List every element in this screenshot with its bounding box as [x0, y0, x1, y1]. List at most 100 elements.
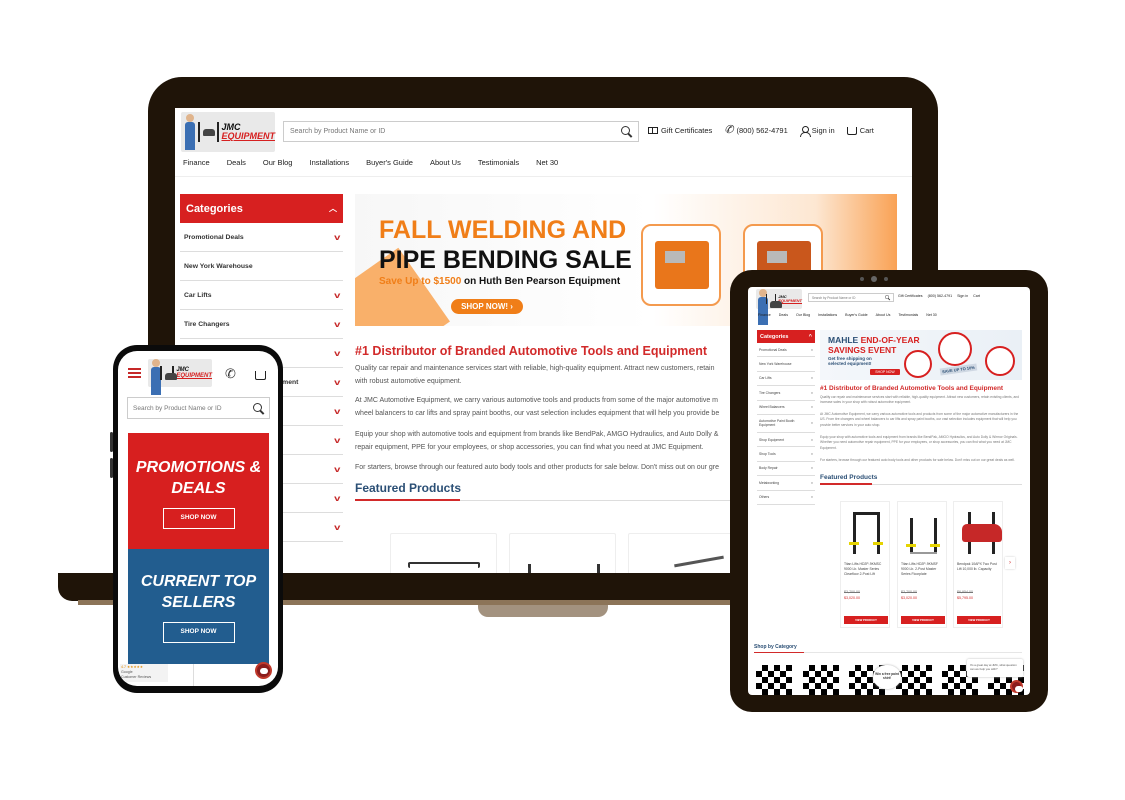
category-item[interactable]: Tire Changers v	[180, 310, 343, 339]
gift-certificates-link[interactable]: Gift Certificates	[898, 294, 923, 298]
chevron-down-icon[interactable]: v	[334, 523, 340, 532]
chevron-down-icon[interactable]: v	[334, 349, 340, 358]
promotions-shop-now-button[interactable]: SHOP NOW	[162, 508, 235, 529]
promo-banner[interactable]: MAHLE END-OF-YEAR SAVINGS EVENT Get free…	[820, 330, 1022, 380]
product-card[interactable]: Titan Lifts HD2P-9KMSF 9000 Lb. 2-Post M…	[897, 501, 947, 628]
product-name[interactable]: Titan Lifts HD2P-9KMSC 9000 Lb. Master S…	[844, 562, 888, 577]
phone-icon[interactable]: ✆	[225, 367, 236, 380]
chevron-down-icon[interactable]: v	[811, 452, 813, 456]
nav-about-us[interactable]: About Us	[430, 158, 461, 167]
hamburger-menu-icon[interactable]	[128, 368, 141, 378]
chevron-down-icon[interactable]: v	[334, 436, 340, 445]
nav-testimonials[interactable]: Testimonials	[478, 158, 519, 167]
cart-icon[interactable]	[255, 371, 266, 380]
category-item[interactable]: Tire Changers v	[757, 386, 815, 401]
search-input[interactable]: Search by Product Name or ID	[127, 397, 270, 419]
chevron-down-icon[interactable]: v	[811, 466, 813, 470]
sign-in-link[interactable]: Sign in	[957, 294, 968, 298]
chat-bubble-icon[interactable]	[255, 662, 272, 679]
top-sellers-banner[interactable]: CURRENT TOP SELLERS SHOP NOW	[128, 549, 269, 664]
product-name[interactable]: Bendpak 10APX Two Post Lift 10,000 lb. C…	[957, 562, 1001, 572]
gift-certificates-link[interactable]: Gift Certificates	[648, 126, 712, 135]
chevron-down-icon[interactable]: v	[811, 390, 813, 395]
category-item[interactable]: Others v	[757, 491, 815, 505]
product-card[interactable]	[509, 533, 616, 573]
chevron-down-icon[interactable]: v	[334, 378, 340, 387]
chevron-down-icon[interactable]: v	[334, 320, 340, 329]
product-card[interactable]	[390, 533, 497, 573]
category-image-placeholder[interactable]	[896, 665, 932, 695]
chevron-down-icon[interactable]: v	[811, 495, 813, 499]
categories-header[interactable]: Categories ︿	[180, 194, 343, 223]
nav-deals[interactable]: Deals	[227, 158, 246, 167]
site-logo[interactable]: JMC EQUIPMENT	[756, 289, 802, 325]
chevron-down-icon[interactable]: v	[334, 233, 340, 242]
phone-link[interactable]: ✆ (800) 562-4791	[724, 125, 788, 136]
promotions-banner[interactable]: PROMOTIONS & DEALS SHOP NOW	[128, 433, 269, 549]
nav-finance[interactable]: Finance	[758, 313, 771, 317]
win-prize-popup[interactable]: Win a free paint shirt!	[873, 665, 901, 689]
category-item[interactable]: Car Lifts v	[180, 281, 343, 310]
carousel-next-arrow[interactable]: ›	[1005, 557, 1015, 569]
search-icon[interactable]	[621, 126, 632, 137]
chevron-down-icon[interactable]: v	[334, 407, 340, 416]
categories-header[interactable]: Categories ^	[757, 330, 815, 343]
category-item[interactable]: Car Lifts v	[757, 372, 815, 387]
banner-shop-now-button[interactable]: SHOP NOW! ›	[451, 299, 523, 314]
phone-link[interactable]: (800) 562-4791	[928, 294, 953, 298]
chevron-down-icon[interactable]: v	[811, 421, 813, 425]
cart-link[interactable]: Cart	[973, 294, 980, 298]
product-card[interactable]	[628, 533, 735, 573]
category-item[interactable]: Promotional Deals v	[757, 343, 815, 358]
nav-about-us[interactable]: About Us	[876, 313, 891, 317]
nav-deals[interactable]: Deals	[779, 313, 788, 317]
chevron-down-icon[interactable]: v	[334, 291, 340, 300]
nav-our-blog[interactable]: Our Blog	[263, 158, 293, 167]
search-input[interactable]: Search by Product Name or ID	[808, 293, 894, 302]
banner-shop-now-button[interactable]: SHOP NOW	[870, 369, 900, 375]
category-item[interactable]: Metalworking v	[757, 476, 815, 491]
category-item[interactable]: New York Warehouse	[757, 357, 815, 372]
site-logo[interactable]: JMC EQUIPMENT	[181, 112, 275, 152]
category-item[interactable]: Automotive Paint Booth Equipment v	[757, 415, 815, 433]
top-sellers-shop-now-button[interactable]: SHOP NOW	[162, 622, 235, 643]
category-image-placeholder[interactable]	[803, 665, 839, 695]
category-item[interactable]: Shop Equipment v	[757, 433, 815, 448]
product-name[interactable]: Titan Lifts HD2P-9KMSF 9000 Lb. 2-Post M…	[901, 562, 945, 577]
product-card[interactable]: Titan Lifts HD2P-9KMSC 9000 Lb. Master S…	[840, 501, 890, 628]
chat-bubble-icon[interactable]	[1010, 680, 1023, 693]
category-item[interactable]: Shop Tools v	[757, 447, 815, 462]
view-product-button[interactable]: VIEW PRODUCT	[957, 616, 1001, 624]
chevron-down-icon[interactable]: v	[334, 465, 340, 474]
category-item[interactable]: New York Warehouse	[180, 252, 343, 281]
search-input[interactable]: Search by Product Name or ID	[283, 121, 639, 142]
nav-finance[interactable]: Finance	[183, 158, 210, 167]
view-product-button[interactable]: VIEW PRODUCT	[844, 616, 888, 624]
chevron-down-icon[interactable]: v	[811, 437, 813, 442]
view-product-button[interactable]: VIEW PRODUCT	[901, 616, 945, 624]
search-icon[interactable]	[253, 402, 264, 414]
category-item[interactable]: Body Repair v	[757, 462, 815, 477]
nav-testimonials[interactable]: Testimonials	[898, 313, 918, 317]
nav-buyers-guide[interactable]: Buyer's Guide	[845, 313, 867, 317]
chevron-down-icon[interactable]: v	[811, 347, 813, 352]
chevron-down-icon[interactable]: v	[811, 405, 813, 409]
google-reviews-badge[interactable]: 4.7 ★★★★★ Google Customer Reviews	[120, 664, 168, 682]
category-item[interactable]: Wheel Balancers v	[757, 401, 815, 415]
nav-installations[interactable]: Installations	[309, 158, 349, 167]
cart-link[interactable]: Cart	[846, 126, 874, 135]
sign-in-link[interactable]: Sign in	[799, 125, 835, 137]
nav-net-30[interactable]: Net 30	[926, 313, 937, 317]
search-icon[interactable]	[885, 295, 890, 300]
nav-buyers-guide[interactable]: Buyer's Guide	[366, 158, 413, 167]
chevron-down-icon[interactable]: v	[334, 494, 340, 503]
nav-installations[interactable]: Installations	[818, 313, 837, 317]
site-logo[interactable]: JMC EQUIPMENT	[148, 359, 212, 395]
category-item[interactable]: Promotional Deals v	[180, 223, 343, 252]
nav-net-30[interactable]: Net 30	[536, 158, 558, 167]
category-image-placeholder[interactable]	[756, 665, 792, 695]
chevron-down-icon[interactable]: v	[811, 376, 813, 380]
chevron-down-icon[interactable]: v	[811, 480, 813, 485]
nav-our-blog[interactable]: Our Blog	[796, 313, 810, 317]
product-card[interactable]: Bendpak 10APX Two Post Lift 10,000 lb. C…	[953, 501, 1003, 628]
